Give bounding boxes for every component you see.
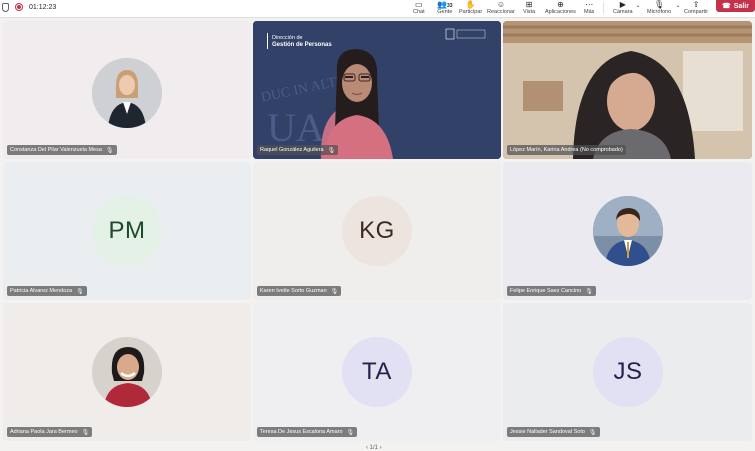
participant-initials-avatar: PM <box>92 196 162 266</box>
participant-initials-avatar: KG <box>342 196 412 266</box>
raise-hand-button[interactable]: ✋ Participar <box>459 0 482 16</box>
mic-off-icon: 🎙 <box>81 429 90 436</box>
participant-photo <box>92 337 162 407</box>
chevron-down-icon: ⌄ <box>635 3 641 9</box>
participant-nametag: Patricia Alvarez Mendoza 🎙 <box>7 286 87 296</box>
participant-nametag: Constanza Del Pilar Valenzuela Mesa 🎙 <box>7 145 117 155</box>
slide-logo: UA <box>267 105 325 150</box>
participant-tile[interactable]: DUC IN ALTUM UA Dirección de Gestión de … <box>253 21 501 159</box>
camera-button[interactable]: ▶ Cámara <box>613 0 633 16</box>
shield-icon <box>2 2 9 12</box>
participant-nametag: Jessie Nallader Sandoval Soto 🎙 <box>507 427 600 437</box>
participant-tile[interactable]: KG Karen Ivette Sorto Guzman 🎙 <box>253 162 501 300</box>
chevron-down-icon: ⌄ <box>675 3 681 9</box>
video-feed <box>503 21 752 159</box>
chat-icon: ▭ <box>415 0 423 9</box>
meeting-toolbar: 01:12:23 ▭ Chat 👥33 Gente ✋ Participar ☺… <box>0 0 755 18</box>
mic-on-icon: 🎙 <box>327 147 336 154</box>
camera-icon: ▶ <box>619 0 626 9</box>
mic-off-icon: 🎙 <box>346 429 355 436</box>
people-icon: 👥33 <box>437 0 453 9</box>
apps-icon: ⊕ <box>557 0 564 9</box>
emoji-icon: ☺ <box>496 0 505 9</box>
participant-nametag: López Marín, Karina Andrea (No comprobad… <box>507 145 626 155</box>
participant-tile[interactable]: Constanza Del Pilar Valenzuela Mesa 🎙 <box>3 21 251 159</box>
view-button[interactable]: ⊞ Vista <box>523 0 535 16</box>
participant-photo <box>593 196 663 266</box>
slide-title-line1: Dirección de <box>272 35 303 41</box>
gallery-pager[interactable]: ‹ 1/1 › <box>366 445 382 451</box>
participant-tile[interactable]: JS Jessie Nallader Sandoval Soto 🎙 <box>503 303 752 441</box>
participant-tile[interactable]: TA Teresa De Jesus Escalona Amaro 🎙 <box>253 303 501 441</box>
participant-nametag: Teresa De Jesus Escalona Amaro 🎙 <box>257 427 358 437</box>
mic-off-icon: 🎙 <box>76 288 84 295</box>
microphone-button[interactable]: 🎙 Micrófono <box>647 0 671 16</box>
mic-off-icon: 🎙 <box>105 147 114 154</box>
share-icon: ⇪ <box>692 0 700 9</box>
toolbar-divider <box>603 2 604 14</box>
microphone-options-chevron[interactable]: ⌄ <box>675 2 681 18</box>
participant-nametag: Adriana Paola Jara Bermeo 🎙 <box>7 427 93 437</box>
participant-tile[interactable]: López Marín, Karina Andrea (No comprobad… <box>503 21 752 159</box>
raise-hand-icon: ✋ <box>465 0 476 9</box>
participant-initials-avatar: TA <box>342 337 412 407</box>
apps-button[interactable]: ⊕ Aplicaciones <box>545 0 576 16</box>
toolbar-left: 01:12:23 <box>2 0 56 14</box>
more-button[interactable]: ⋯ Más <box>584 0 594 16</box>
participant-grid: Constanza Del Pilar Valenzuela Mesa 🎙 DU… <box>0 18 755 450</box>
leave-button[interactable]: ☎ Salir <box>716 0 755 12</box>
chat-button[interactable]: ▭ Chat <box>413 0 425 16</box>
video-feed: DUC IN ALTUM UA Dirección de Gestión de … <box>253 21 501 159</box>
participant-nametag: Raquel González Aguilera 🎙 <box>257 145 339 155</box>
view-icon: ⊞ <box>525 0 533 9</box>
participant-tile[interactable]: PM Patricia Alvarez Mendoza 🎙 <box>3 162 251 300</box>
more-icon: ⋯ <box>585 0 594 9</box>
participant-nametag: Felipe Enrique Saez Cancino 🎙 <box>507 286 596 296</box>
participant-initials-avatar: JS <box>593 337 663 407</box>
mic-off-icon: 🎙 <box>588 429 597 436</box>
people-button[interactable]: 👥33 Gente <box>437 0 453 16</box>
mic-off-icon: 🎙 <box>585 288 593 295</box>
participant-nametag: Karen Ivette Sorto Guzman 🎙 <box>257 286 342 296</box>
participant-tile[interactable]: Adriana Paola Jara Bermeo 🎙 <box>3 303 251 441</box>
react-button[interactable]: ☺ Reaccionar <box>487 0 515 16</box>
camera-options-chevron[interactable]: ⌄ <box>635 2 641 18</box>
participant-tile[interactable]: Felipe Enrique Saez Cancino 🎙 <box>503 162 752 300</box>
slide-title-line2: Gestión de Personas <box>272 42 332 48</box>
phone-hangup-icon: ☎ <box>722 3 731 10</box>
participant-photo <box>92 58 162 128</box>
microphone-icon: 🎙 <box>654 0 665 9</box>
share-button[interactable]: ⇪ Compartir <box>684 0 708 16</box>
recording-icon <box>15 3 23 11</box>
meeting-timer: 01:12:23 <box>29 3 57 11</box>
mic-off-icon: 🎙 <box>330 288 339 295</box>
